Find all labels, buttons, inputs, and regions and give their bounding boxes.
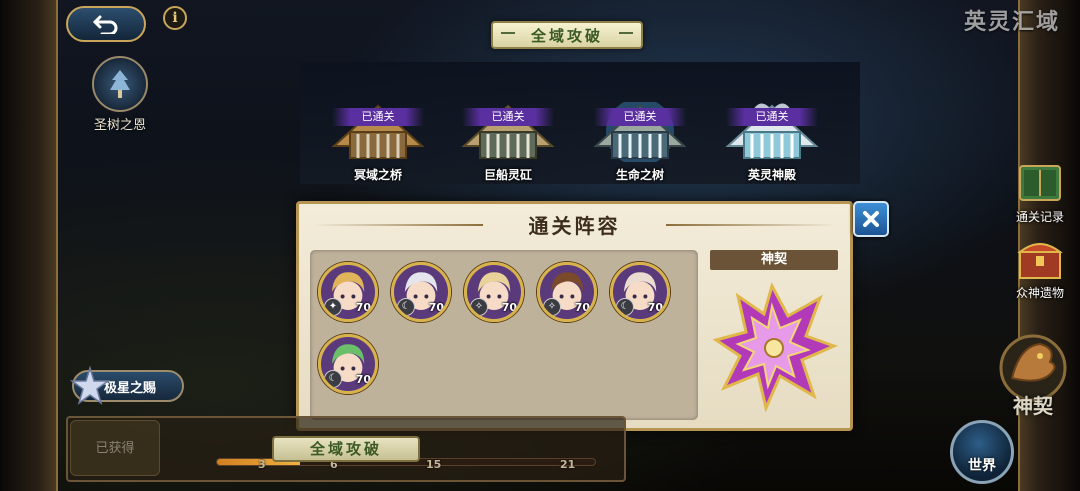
stage-status: 已通关: [594, 108, 686, 126]
clear-records-label: 通关记录: [1015, 210, 1064, 224]
dialog-title: 通关阵容: [528, 214, 621, 238]
stage-valhalla[interactable]: 已通关 英灵神殿: [712, 88, 832, 184]
element-icon: ☾: [616, 298, 634, 316]
element-icon: ☾: [397, 298, 415, 316]
obtained-slot: 已获得: [70, 420, 160, 476]
world-label: 世界: [968, 458, 996, 474]
divine-contract-emblem-icon[interactable]: [710, 276, 840, 416]
element-icon: ☾: [324, 370, 342, 388]
return-arrow-icon: [92, 15, 118, 34]
back-button[interactable]: [66, 6, 146, 42]
divine-contract-panel: 神契: [710, 250, 844, 420]
milestone-label: 21: [560, 458, 576, 471]
stage-name: 巨船灵矼: [483, 168, 532, 182]
tree-emblem-icon: [92, 56, 148, 112]
star-icon: [70, 366, 110, 405]
tree-blessing-button[interactable]: 圣树之恩: [82, 56, 158, 133]
hero-level: 70: [355, 301, 371, 314]
divine-contract-button[interactable]: 神契: [990, 332, 1076, 428]
hero-portrait[interactable]: ✦ 70: [318, 262, 378, 322]
god-relics-label: 众神遗物: [1015, 286, 1064, 300]
stage-name: 冥域之桥: [353, 168, 402, 182]
hero-portrait[interactable]: ☾ 70: [610, 262, 670, 322]
element-icon: ✦: [324, 298, 342, 316]
hero-level: 70: [647, 301, 663, 314]
hero-level: 70: [574, 301, 590, 314]
world-button[interactable]: 世界: [950, 420, 1014, 484]
stage-giant-ship[interactable]: 已通关 巨船灵矼: [448, 88, 568, 184]
stage-status: 已通关: [332, 108, 424, 126]
milestone-label: 15: [426, 458, 442, 471]
stage-underworld-bridge[interactable]: 已通关 冥域之桥: [318, 88, 438, 184]
element-icon: ✧: [543, 298, 561, 316]
milestone-label: 3: [258, 458, 266, 471]
hero-lineup-panel: ✦ 70 ☾ 70 ✧ 70 ✧ 70 ☾ 70 ☾ 70: [310, 250, 698, 420]
stage-status: 已通关: [726, 108, 818, 126]
stage-tree-of-life[interactable]: 已通关 生命之树: [580, 88, 700, 184]
contract-title: 神契: [710, 250, 838, 270]
divine-contract-label: 神契: [1013, 394, 1053, 418]
hero-level: 70: [428, 301, 444, 314]
info-button[interactable]: i: [163, 6, 187, 30]
element-icon: ✧: [470, 298, 488, 316]
star-gift-label: 极星之赐: [104, 380, 157, 396]
stage-name: 生命之树: [615, 168, 664, 182]
left-frame: [0, 0, 58, 491]
god-relics-button[interactable]: 众神遗物: [1004, 234, 1076, 301]
hero-portrait[interactable]: ☾ 70: [391, 262, 451, 322]
close-button[interactable]: [853, 201, 889, 237]
clear-lineup-dialog: 通关阵容 ✦ 70 ☾ 70 ✧ 70 ✧ 70 ☾ 70 ☾ 70 神契: [296, 201, 853, 431]
conquest-banner-bottom: 全域攻破: [272, 436, 420, 462]
record-book-icon: [1019, 165, 1061, 201]
star-gift-button[interactable]: 极星之赐: [70, 366, 184, 405]
hero-portrait[interactable]: ☾ 70: [318, 334, 378, 394]
treasure-chest-icon: [1017, 243, 1063, 279]
hero-level: 70: [501, 301, 517, 314]
stage-name: 英灵神殿: [747, 168, 796, 182]
hero-portrait[interactable]: ✧ 70: [537, 262, 597, 322]
hero-level: 70: [355, 373, 371, 386]
clear-records-button[interactable]: 通关记录: [1004, 158, 1076, 225]
hero-portrait[interactable]: ✧ 70: [464, 262, 524, 322]
tree-blessing-label: 圣树之恩: [93, 118, 146, 133]
stage-status: 已通关: [462, 108, 554, 126]
conquest-banner: 全域攻破: [491, 21, 643, 49]
area-title: 英灵汇域: [963, 9, 1060, 35]
close-icon: [863, 211, 879, 227]
